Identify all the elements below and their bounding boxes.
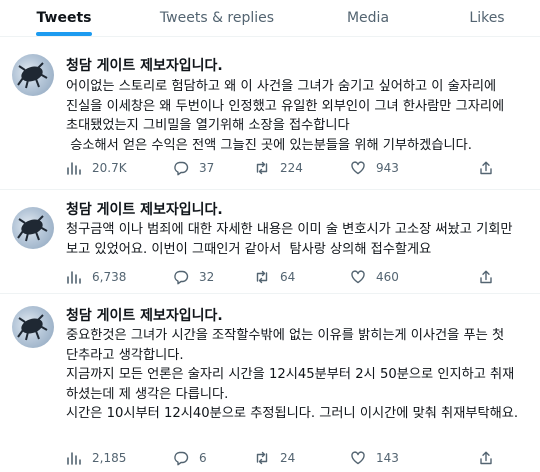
retweet-count: 24 — [280, 451, 296, 465]
share-icon — [480, 161, 492, 175]
author-name[interactable]: 청담 게이트 제보자입니다. — [66, 305, 223, 325]
tweet[interactable]: 청담 게이트 제보자입니다. 어이없는 스토리로 험담하고 왜 이 사건을 그녀… — [0, 37, 540, 190]
like-count: 143 — [376, 451, 399, 465]
tweet-text: 어이없는 스토리로 험담하고 왜 이 사건을 그녀가 숨기고 싶어하고 이 술자… — [66, 79, 505, 153]
share-button[interactable] — [478, 449, 494, 467]
retweet-count: 224 — [280, 161, 303, 175]
reply-bubble-icon — [174, 451, 189, 466]
share-icon — [480, 270, 492, 284]
retweet-icon — [256, 270, 268, 284]
reply-button[interactable]: 6 — [173, 449, 207, 467]
reply-bubble-icon — [174, 161, 189, 176]
profile-tabs: Tweets Tweets & replies Media Likes — [0, 0, 540, 37]
views-button[interactable]: 2,185 — [66, 449, 126, 467]
retweet-icon — [256, 451, 268, 465]
tweet-actions: 2,185 6 24 143 — [66, 449, 526, 467]
heart-icon — [351, 451, 365, 465]
share-button[interactable] — [478, 268, 494, 286]
like-button[interactable]: 460 — [350, 268, 399, 286]
reply-count: 37 — [199, 161, 215, 175]
reply-bubble-icon — [174, 270, 189, 285]
author-name[interactable]: 청담 게이트 제보자입니다. — [66, 55, 223, 75]
like-button[interactable]: 143 — [350, 449, 399, 467]
tweet-actions: 6,738 32 64 460 — [66, 268, 526, 286]
retweet-button[interactable]: 24 — [254, 449, 295, 467]
reply-button[interactable]: 37 — [173, 159, 214, 177]
bar-chart-icon — [67, 452, 81, 465]
tweet[interactable]: 청담 게이트 제보자입니다. 중요한것은 그녀가 시간을 조작할수밖에 없는 이… — [0, 294, 540, 472]
heart-icon — [351, 270, 365, 284]
views-count: 2,185 — [92, 451, 127, 465]
like-count: 460 — [376, 270, 399, 284]
active-tab-indicator — [36, 32, 92, 36]
views-button[interactable]: 20.7K — [66, 159, 127, 177]
views-count: 20.7K — [92, 161, 127, 175]
tweet[interactable]: 청담 게이트 제보자입니다. 청구금액 이나 범죄에 대한 자세한 내용은 이미… — [0, 190, 540, 294]
share-button[interactable] — [478, 159, 494, 177]
avatar[interactable] — [12, 54, 54, 96]
reply-button[interactable]: 32 — [173, 268, 214, 286]
reply-count: 6 — [199, 451, 207, 465]
tweet-text: 청구금액 이나 범죄에 대한 자세한 내용은 이미 술 변호시가 고소장 써놨고… — [66, 222, 517, 257]
bar-chart-icon — [67, 271, 81, 284]
tab-media[interactable]: Media — [330, 0, 406, 36]
views-count: 6,738 — [92, 270, 127, 284]
like-count: 943 — [376, 161, 399, 175]
reply-count: 32 — [199, 270, 215, 284]
retweet-count: 64 — [280, 270, 296, 284]
tab-likes[interactable]: Likes — [454, 0, 520, 36]
retweet-button[interactable]: 224 — [254, 159, 303, 177]
retweet-button[interactable]: 64 — [254, 268, 295, 286]
tweet-actions: 20.7K 37 224 943 — [66, 159, 526, 177]
share-icon — [480, 451, 492, 465]
tab-tweets-and-replies[interactable]: Tweets & replies — [150, 0, 284, 36]
retweet-icon — [256, 161, 268, 175]
avatar[interactable] — [12, 306, 54, 348]
heart-icon — [351, 161, 365, 175]
tweet-text: 중요한것은 그녀가 시간을 조작할수밖에 없는 이유를 밝히는게 이사건을 푸는… — [66, 328, 519, 421]
author-name[interactable]: 청담 게이트 제보자입니다. — [66, 199, 223, 219]
bar-chart-icon — [67, 162, 81, 175]
views-button[interactable]: 6,738 — [66, 268, 126, 286]
avatar[interactable] — [12, 207, 54, 249]
like-button[interactable]: 943 — [350, 159, 399, 177]
tab-tweets[interactable]: Tweets — [24, 0, 104, 36]
